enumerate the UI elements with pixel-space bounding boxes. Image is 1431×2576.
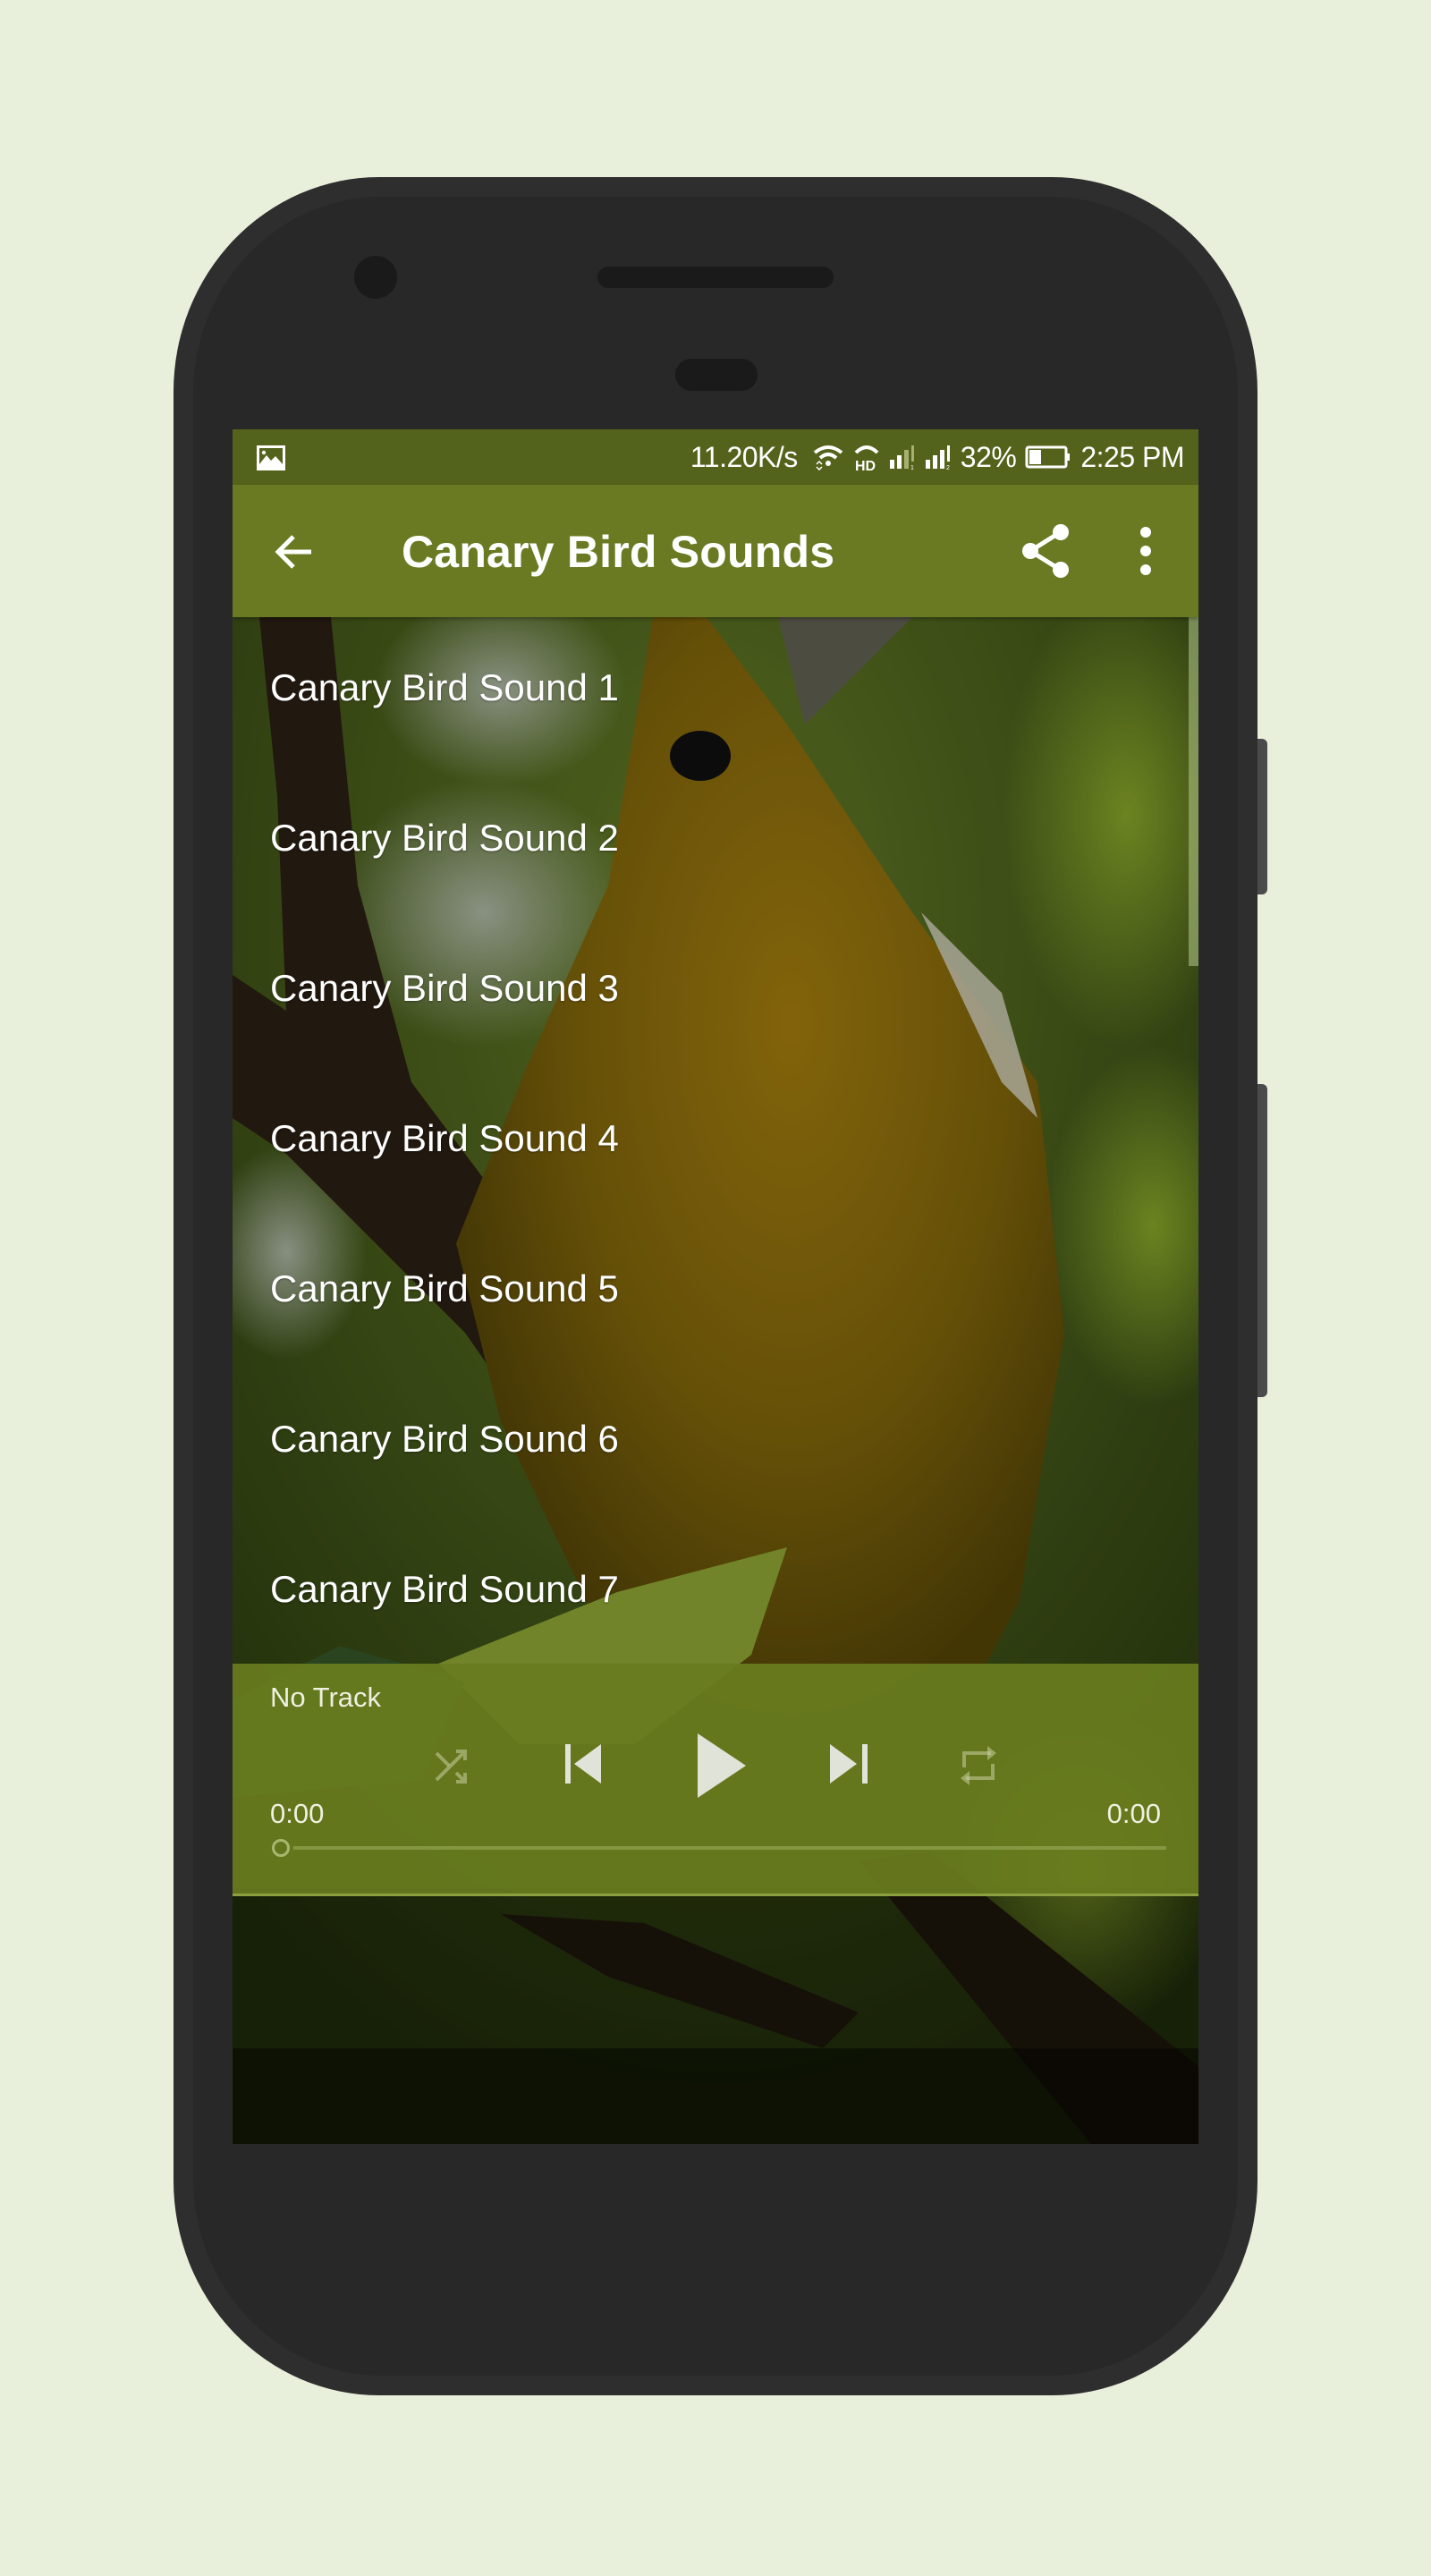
app-toolbar: Canary Bird Sounds bbox=[233, 485, 1198, 617]
track-title: Canary Bird Sound 5 bbox=[270, 1267, 619, 1309]
track-list-item[interactable]: Canary Bird Sound 3 bbox=[233, 918, 1190, 1068]
repeat-icon bbox=[961, 1746, 996, 1785]
track-title: Canary Bird Sound 6 bbox=[270, 1418, 619, 1460]
track-title: Canary Bird Sound 3 bbox=[270, 967, 619, 1009]
status-bar: 11.20K/s HD 1 2 32% 2:25 PM bbox=[233, 429, 1198, 485]
list-scrollbar[interactable] bbox=[1189, 617, 1198, 966]
seek-bar[interactable] bbox=[272, 1839, 1166, 1857]
clock: 2:25 PM bbox=[1080, 440, 1184, 473]
share-button[interactable] bbox=[1020, 522, 1073, 580]
previous-button[interactable] bbox=[562, 1741, 608, 1792]
track-list-item[interactable]: Canary Bird Sound 4 bbox=[233, 1068, 1190, 1218]
track-title: Canary Bird Sound 4 bbox=[270, 1117, 619, 1159]
track-title: Canary Bird Sound 1 bbox=[270, 666, 619, 708]
arrow-back-icon bbox=[275, 535, 311, 569]
svg-text:HD: HD bbox=[855, 459, 876, 472]
hd-voice-icon: HD bbox=[854, 445, 879, 472]
battery-percent: 32% bbox=[960, 440, 1017, 473]
more-vert-icon bbox=[1140, 527, 1151, 575]
earpiece-speaker bbox=[597, 267, 834, 288]
track-list-item[interactable]: Canary Bird Sound 5 bbox=[233, 1218, 1190, 1368]
signal-sim2-icon: 2 bbox=[925, 445, 950, 470]
track-list-item[interactable]: Canary Bird Sound 2 bbox=[233, 767, 1190, 918]
wifi-icon bbox=[813, 445, 843, 470]
shuffle-icon bbox=[435, 1750, 467, 1784]
svg-text:2: 2 bbox=[946, 465, 950, 470]
now-playing-title: No Track bbox=[270, 1682, 382, 1713]
track-title: Canary Bird Sound 2 bbox=[270, 817, 619, 859]
battery-icon bbox=[1025, 445, 1071, 469]
network-speed: 11.20K/s bbox=[690, 440, 798, 473]
seek-track bbox=[293, 1846, 1166, 1850]
total-duration: 0:00 bbox=[1106, 1798, 1161, 1829]
seek-thumb[interactable] bbox=[272, 1839, 290, 1857]
front-camera bbox=[354, 256, 397, 299]
skip-next-icon bbox=[830, 1744, 868, 1784]
svg-text:1: 1 bbox=[910, 465, 914, 470]
power-button bbox=[1257, 1084, 1267, 1397]
track-list-item[interactable]: Canary Bird Sound 1 bbox=[233, 617, 1190, 767]
elapsed-time: 0:00 bbox=[270, 1798, 325, 1829]
play-icon bbox=[698, 1733, 746, 1798]
skip-previous-icon bbox=[565, 1744, 601, 1784]
shuffle-button[interactable] bbox=[431, 1744, 474, 1792]
image-icon bbox=[256, 445, 286, 479]
share-icon bbox=[1022, 524, 1069, 578]
proximity-sensor bbox=[675, 359, 758, 391]
back-button[interactable] bbox=[272, 530, 317, 574]
page-title: Canary Bird Sounds bbox=[402, 527, 835, 577]
play-button[interactable] bbox=[692, 1730, 751, 1806]
repeat-button[interactable] bbox=[955, 1741, 1002, 1795]
track-title: Canary Bird Sound 7 bbox=[270, 1568, 619, 1610]
track-list: Canary Bird Sound 1 Canary Bird Sound 2 … bbox=[233, 617, 1190, 1664]
track-list-item[interactable]: Canary Bird Sound 7 bbox=[233, 1519, 1190, 1669]
track-list-item[interactable]: Canary Bird Sound 6 bbox=[233, 1368, 1190, 1519]
audio-player: No Track 0:00 0:00 bbox=[233, 1664, 1198, 1896]
signal-sim1-icon: 1 bbox=[889, 445, 914, 470]
more-options-button[interactable] bbox=[1132, 526, 1159, 576]
app-screen: 11.20K/s HD 1 2 32% 2:25 PM Canary Bird … bbox=[233, 429, 1198, 2144]
next-button[interactable] bbox=[825, 1741, 871, 1792]
volume-button bbox=[1257, 739, 1267, 894]
